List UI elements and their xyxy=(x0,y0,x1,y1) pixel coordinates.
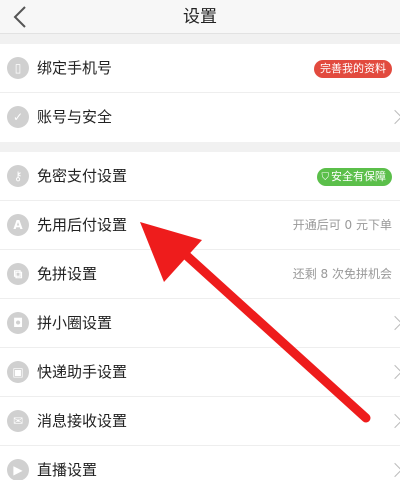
lock-icon: ◘ xyxy=(7,312,29,334)
setting-label: 免密支付设置 xyxy=(37,167,128,185)
key-icon: ⚷ xyxy=(7,165,29,187)
setting-label: 拼小圈设置 xyxy=(37,314,113,332)
setting-row-delivery-assistant[interactable]: ▣ 快递助手设置 xyxy=(0,348,400,397)
setting-row-message-receive[interactable]: ✉ 消息接收设置 xyxy=(0,397,400,446)
setting-label: 快递助手设置 xyxy=(37,363,128,381)
setting-row-bind-phone[interactable]: ▯ 绑定手机号 完善我的资料 xyxy=(0,44,400,93)
chevron-right-icon xyxy=(394,109,400,125)
security-badge: ⛉ 安全有保障 xyxy=(316,168,392,186)
security-badge-text: 安全有保障 xyxy=(331,170,386,183)
settings-section-payment: ⚷ 免密支付设置 ⛉ 安全有保障 A 先用后付设置 开通后可 0 元下单 ⧉ 免拼… xyxy=(0,152,400,480)
shield-icon: ⛉ xyxy=(321,172,330,183)
setting-label: 直播设置 xyxy=(37,461,98,479)
shield-check-icon: ✓ xyxy=(7,106,29,128)
chevron-right-icon xyxy=(394,364,400,380)
chevron-right-icon xyxy=(394,315,400,331)
setting-row-live-stream[interactable]: ▶ 直播设置 xyxy=(0,446,400,480)
top-bar: 设置 xyxy=(0,0,400,34)
video-camera-icon: ▶ xyxy=(7,459,29,480)
setting-row-small-circle[interactable]: ◘ 拼小圈设置 xyxy=(0,299,400,348)
setting-row-account-security[interactable]: ✓ 账号与安全 xyxy=(0,93,400,142)
setting-label: 免拼设置 xyxy=(37,265,98,283)
pay-later-icon: A xyxy=(7,214,29,236)
setting-label: 消息接收设置 xyxy=(37,412,128,430)
phone-icon: ▯ xyxy=(7,57,29,79)
setting-label: 先用后付设置 xyxy=(37,216,128,234)
mail-icon: ✉ xyxy=(7,410,29,432)
page-title: 设置 xyxy=(183,7,217,27)
complete-profile-badge[interactable]: 完善我的资料 xyxy=(314,60,392,78)
chevron-right-icon xyxy=(394,462,400,478)
settings-section-account: ▯ 绑定手机号 完善我的资料 ✓ 账号与安全 xyxy=(0,44,400,142)
setting-hint: 开通后可 0 元下单 xyxy=(292,218,392,232)
setting-label: 绑定手机号 xyxy=(37,59,113,77)
setting-row-password-free-payment[interactable]: ⚷ 免密支付设置 ⛉ 安全有保障 xyxy=(0,152,400,201)
setting-row-free-group[interactable]: ⧉ 免拼设置 还剩 8 次免拼机会 xyxy=(0,250,400,299)
chevron-right-icon xyxy=(394,413,400,429)
package-icon: ▣ xyxy=(7,361,29,383)
setting-hint: 还剩 8 次免拼机会 xyxy=(292,267,392,281)
setting-label: 账号与安全 xyxy=(37,108,113,126)
group-icon: ⧉ xyxy=(7,263,29,285)
setting-row-pay-later[interactable]: A 先用后付设置 开通后可 0 元下单 xyxy=(0,201,400,250)
